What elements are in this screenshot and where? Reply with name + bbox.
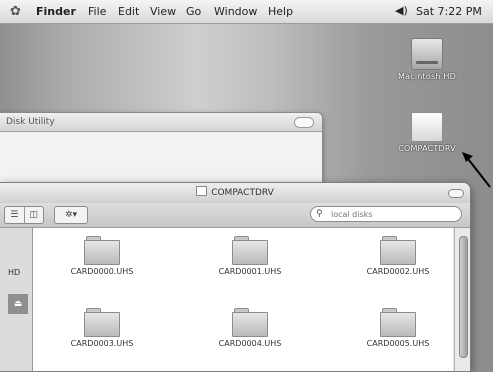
- search-input[interactable]: [331, 208, 451, 220]
- finder-toolbar: ☰ ◫ ✲▾ ⚲: [0, 203, 470, 228]
- hard-drive-icon: [411, 38, 443, 70]
- action-menu-button[interactable]: ✲▾: [54, 206, 88, 224]
- toolbar-toggle-button[interactable]: [448, 189, 464, 198]
- folder-icon: [84, 308, 120, 337]
- desktop-icon-label: Macintosh HD: [398, 72, 456, 81]
- list-view-icon[interactable]: ☰: [5, 207, 24, 223]
- window-title: Disk Utility: [6, 117, 55, 127]
- removable-drive-icon: [411, 112, 443, 142]
- folder-icon: [380, 308, 416, 337]
- scrollbar-thumb[interactable]: [459, 236, 468, 358]
- menu-window[interactable]: Window: [214, 5, 257, 18]
- sidebar-item-hd[interactable]: HD: [8, 268, 20, 277]
- file-name: CARD0003.UHS: [70, 339, 134, 348]
- menu-app-name[interactable]: Finder: [36, 5, 76, 18]
- apple-menu-icon[interactable]: ✿: [10, 4, 21, 19]
- file-item[interactable]: CARD0005.UHS: [343, 308, 453, 348]
- speaker-icon[interactable]: ◀): [395, 4, 408, 17]
- file-name: CARD0002.UHS: [366, 267, 430, 276]
- menu-file[interactable]: File: [88, 5, 106, 18]
- menu-edit[interactable]: Edit: [118, 5, 139, 18]
- file-item[interactable]: CARD0000.UHS: [47, 236, 157, 276]
- desktop-icon-compactdrv[interactable]: COMPACTDRV: [385, 112, 469, 153]
- file-name: CARD0001.UHS: [218, 267, 282, 276]
- window-title: COMPACTDRV: [211, 188, 274, 198]
- view-mode-control[interactable]: ☰ ◫: [4, 206, 44, 224]
- file-item[interactable]: CARD0002.UHS: [343, 236, 453, 276]
- file-item[interactable]: CARD0004.UHS: [195, 308, 305, 348]
- desktop-icon-label: COMPACTDRV: [398, 144, 456, 153]
- file-grid: CARD0000.UHS CARD0001.UHS CARD0002.UHS C…: [33, 228, 453, 371]
- file-name: CARD0000.UHS: [70, 267, 134, 276]
- file-item[interactable]: CARD0003.UHS: [47, 308, 157, 348]
- gear-icon: ✲▾: [64, 210, 78, 220]
- folder-icon: [232, 308, 268, 337]
- file-item[interactable]: CARD0001.UHS: [195, 236, 305, 276]
- file-name: CARD0005.UHS: [366, 339, 430, 348]
- menu-go[interactable]: Go: [186, 5, 201, 18]
- menu-view[interactable]: View: [150, 5, 176, 18]
- folder-icon: [84, 236, 120, 265]
- drive-icon: [196, 186, 208, 196]
- file-name: CARD0004.UHS: [218, 339, 282, 348]
- vertical-scrollbar[interactable]: [454, 228, 470, 371]
- menu-help[interactable]: Help: [268, 5, 293, 18]
- eject-icon[interactable]: ⏏: [8, 294, 28, 314]
- menu-bar: ✿ Finder File Edit View Go Window Help ◀…: [0, 0, 493, 24]
- search-field[interactable]: ⚲: [310, 206, 462, 222]
- folder-icon: [380, 236, 416, 265]
- disk-utility-titlebar[interactable]: Disk Utility: [0, 113, 322, 132]
- column-view-icon[interactable]: ◫: [23, 207, 44, 223]
- menu-clock[interactable]: Sat 7:22 PM: [416, 5, 482, 18]
- finder-titlebar[interactable]: COMPACTDRV: [0, 183, 470, 203]
- folder-icon: [232, 236, 268, 265]
- desktop-icon-macintosh-hd[interactable]: Macintosh HD: [385, 38, 469, 81]
- sidebar: HD ⏏: [0, 228, 33, 371]
- search-icon: ⚲: [316, 209, 323, 219]
- finder-window[interactable]: COMPACTDRV ☰ ◫ ✲▾ ⚲ HD ⏏ CARD0000.UHS CA…: [0, 182, 471, 372]
- toolbar-toggle-button[interactable]: [294, 117, 314, 128]
